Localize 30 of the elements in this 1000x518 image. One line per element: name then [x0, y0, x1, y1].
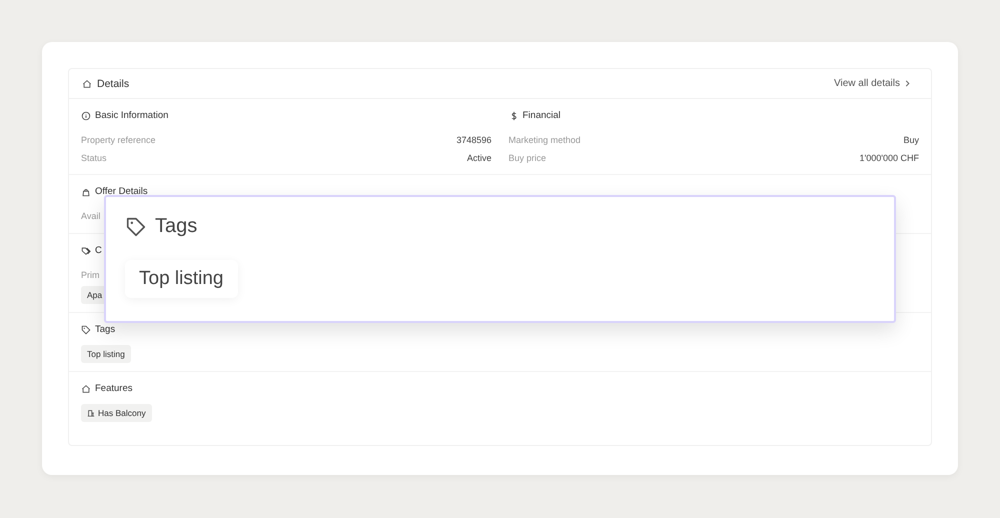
bag-icon — [81, 186, 91, 196]
section-title: Tags — [95, 324, 116, 335]
field-value: Active — [466, 153, 492, 163]
view-all-link[interactable]: View all details — [834, 78, 911, 89]
field-value: Buy — [903, 135, 919, 145]
section-title: Features — [95, 383, 132, 394]
field-label: Status — [81, 153, 107, 163]
field-label: Property reference — [81, 135, 156, 145]
section-title: C — [95, 245, 102, 256]
field-label: Marketing method — [508, 135, 581, 145]
section-title: Basic Information — [95, 110, 168, 121]
field-value: 3748596 — [456, 135, 492, 145]
popover-title: Tags — [155, 215, 198, 238]
field-value: 1'000'000 CHF — [860, 153, 919, 163]
tags-icon — [81, 246, 91, 256]
info-icon — [81, 110, 91, 120]
chevron-icon — [904, 79, 911, 88]
tag-chip: Top listing — [81, 345, 131, 363]
section-title: Offer Details — [95, 186, 148, 197]
tag-icon — [81, 324, 91, 334]
field-label: Prim — [81, 270, 100, 280]
tag-icon — [125, 216, 147, 238]
home-icon — [81, 384, 91, 394]
tag-chip: Top listing — [125, 260, 238, 298]
field-label: Avail — [81, 211, 100, 221]
tag-chip: Has Balcony — [81, 404, 152, 422]
field-label: Buy price — [508, 153, 546, 163]
home-icon — [82, 78, 92, 88]
section-title: Financial — [522, 110, 561, 121]
panel-title: Details — [97, 78, 130, 90]
